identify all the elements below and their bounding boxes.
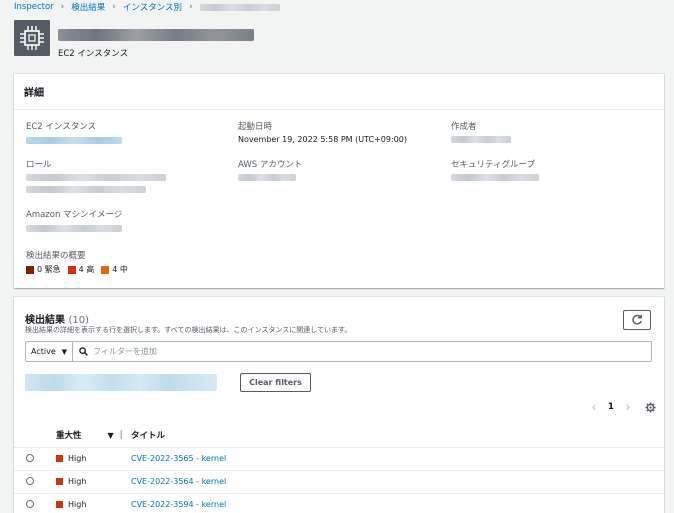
- page-subtitle: EC2 インスタンス: [58, 49, 129, 59]
- severity-header-label: 重大性: [56, 431, 82, 442]
- next-page-icon[interactable]: ›: [621, 400, 635, 414]
- findings-title: 検出結果 (10): [25, 311, 89, 326]
- severity-critical: 0 緊急: [26, 264, 61, 275]
- critical-square-icon: [26, 265, 34, 274]
- gear-icon[interactable]: [645, 401, 656, 413]
- severity-cell: High: [56, 500, 131, 509]
- select-column-header: [14, 424, 56, 448]
- severity-text: High: [68, 454, 87, 463]
- finding-title-link[interactable]: CVE-2022-3594 - kernel: [131, 500, 226, 509]
- page-header: EC2 インスタンス: [14, 20, 654, 62]
- created-by-label: 作成者: [451, 122, 477, 132]
- status-filter-value: Active: [31, 347, 56, 356]
- severity-high-text: 4 高: [78, 265, 95, 274]
- prev-page-icon[interactable]: ‹: [587, 400, 601, 414]
- filter-input[interactable]: [93, 347, 613, 356]
- severity-high: 4 高: [67, 264, 95, 275]
- severity-summary: 0 緊急 4 高 4 中: [26, 264, 135, 275]
- breadcrumb-inspector[interactable]: Inspector: [14, 2, 54, 12]
- high-square-icon: [56, 501, 63, 508]
- status-filter-select[interactable]: Active ▼: [26, 342, 73, 361]
- findings-table: 重大性 ▼ | タイトル High CVE-2022-3565 - kernel…: [14, 424, 664, 513]
- ec2-instance-icon: [14, 20, 50, 56]
- breadcrumb-findings[interactable]: 検出結果: [71, 1, 105, 13]
- role-redacted-1: [26, 174, 166, 181]
- severity-text: High: [68, 477, 87, 486]
- aws-account-label: AWS アカウント: [238, 160, 303, 170]
- instance-name-redacted: [58, 29, 254, 41]
- row-radio[interactable]: [26, 499, 34, 508]
- severity-critical-text: 0 緊急: [37, 265, 61, 274]
- ami-label: Amazon マシンイメージ: [26, 210, 123, 220]
- severity-column-header[interactable]: 重大性 ▼ |: [56, 424, 131, 448]
- breadcrumb-by-instance[interactable]: インスタンス別: [123, 1, 182, 13]
- findings-description: 検出結果の詳細を表示する行を選択します。すべての検出結果は、このインスタンスに関…: [25, 326, 352, 334]
- chevron-right-icon: ›: [112, 2, 116, 12]
- medium-square-icon: [101, 265, 110, 274]
- high-square-icon: [56, 478, 63, 485]
- clear-filters-button[interactable]: Clear filters: [240, 373, 311, 392]
- chevron-right-icon: ›: [189, 2, 193, 12]
- row-radio[interactable]: [26, 453, 34, 462]
- ami-redacted: [26, 225, 122, 232]
- launch-time-value: November 19, 2022 5:58 PM (UTC+09:00): [238, 135, 407, 144]
- high-square-icon: [56, 455, 63, 462]
- details-title: 詳細: [24, 88, 44, 99]
- ec2-instance-link-redacted[interactable]: [26, 137, 122, 144]
- table-row[interactable]: High CVE-2022-3565 - kernel: [14, 447, 664, 471]
- severity-header-content: 重大性 ▼ |: [56, 429, 131, 441]
- table-row[interactable]: High CVE-2022-3594 - kernel: [14, 493, 664, 513]
- findings-summary-label: 検出結果の概要: [26, 251, 86, 261]
- pagination: ‹ 1 ›: [587, 400, 656, 414]
- table-header-row: 重大性 ▼ | タイトル: [14, 424, 664, 448]
- security-group-label: セキュリティグループ: [451, 160, 535, 170]
- severity-cell: High: [56, 477, 131, 486]
- role-label: ロール: [26, 160, 52, 170]
- breadcrumb-current-redacted: [199, 3, 280, 11]
- created-by-redacted: [451, 136, 511, 143]
- row-radio[interactable]: [26, 476, 34, 485]
- severity-medium: 4 中: [101, 264, 128, 275]
- chevron-right-icon: ›: [60, 2, 65, 12]
- role-redacted-2: [26, 186, 146, 193]
- details-panel: 詳細 EC2 インスタンス 起動日時 November 19, 2022 5:5…: [14, 74, 664, 288]
- details-header: 詳細: [14, 74, 664, 110]
- findings-panel: 検出結果 (10) 検出結果の詳細を表示する行を選択します。すべての検出結果は、…: [14, 297, 664, 513]
- severity-medium-text: 4 中: [112, 265, 128, 274]
- filter-input-wrap: [73, 342, 651, 361]
- severity-cell: High: [56, 454, 131, 463]
- aws-account-redacted: [238, 174, 296, 181]
- high-square-icon: [67, 265, 76, 274]
- caret-down-icon: ▼: [61, 347, 67, 356]
- launch-time-label: 起動日時: [238, 122, 273, 132]
- security-group-redacted: [451, 174, 539, 181]
- search-icon: [79, 347, 88, 356]
- title-column-header[interactable]: タイトル: [131, 424, 664, 448]
- finding-title-link[interactable]: CVE-2022-3565 - kernel: [131, 454, 226, 463]
- sort-desc-icon[interactable]: ▼: [108, 431, 114, 440]
- column-divider: |: [119, 430, 123, 441]
- refresh-icon: [632, 314, 643, 325]
- filter-token-redacted[interactable]: [25, 374, 217, 391]
- refresh-button[interactable]: [623, 310, 651, 330]
- severity-text: High: [68, 500, 87, 509]
- finding-title-link[interactable]: CVE-2022-3564 - kernel: [131, 477, 226, 486]
- current-page[interactable]: 1: [605, 402, 617, 412]
- filter-bar: Active ▼: [25, 341, 652, 362]
- breadcrumb: Inspector › 検出結果 › インスタンス別 ›: [14, 1, 280, 13]
- ec2-instance-label: EC2 インスタンス: [26, 122, 97, 132]
- table-row[interactable]: High CVE-2022-3564 - kernel: [14, 470, 664, 494]
